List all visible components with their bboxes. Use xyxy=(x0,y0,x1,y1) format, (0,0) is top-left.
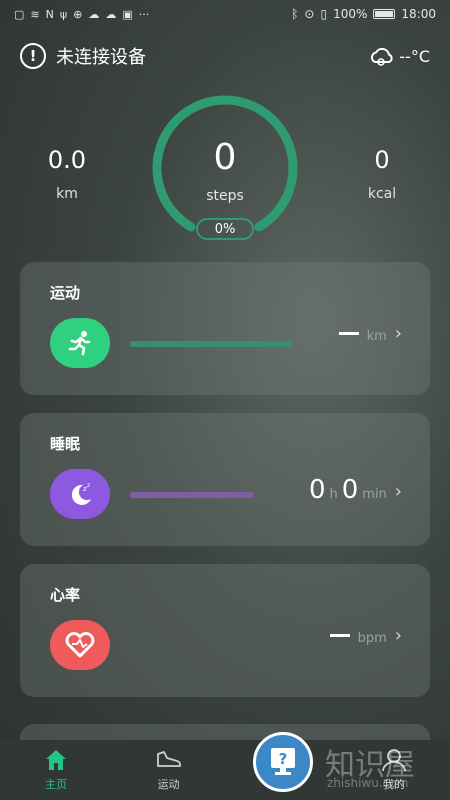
steps-percent-badge: 0% xyxy=(196,218,254,240)
empty-value-dash xyxy=(338,332,359,335)
nfc-icon: N xyxy=(45,7,54,21)
vibrate-icon: ▯ xyxy=(320,7,328,21)
cloud-icon: ☁ xyxy=(88,7,100,21)
shoe-icon xyxy=(156,751,181,767)
steps-unit: steps xyxy=(206,188,244,204)
more-icon: ··· xyxy=(138,7,150,21)
battery-icon xyxy=(373,9,396,19)
bluetooth-icon: ᛒ xyxy=(291,7,299,21)
exercise-unit: km xyxy=(366,329,387,344)
home-icon xyxy=(46,750,66,770)
heart-rate-value: bpm › xyxy=(329,625,402,647)
sleep-card[interactable]: 睡眠 z z 0 h 0 min › xyxy=(20,413,430,546)
running-icon xyxy=(50,318,110,368)
help-monitor-icon: ? xyxy=(271,748,295,775)
exercise-progress-bar xyxy=(130,341,294,347)
chevron-right-icon: › xyxy=(394,323,402,344)
device-status-label: 未连接设备 xyxy=(56,47,146,68)
sleep-progress-bar xyxy=(130,492,254,498)
nav-sport[interactable]: 运动 xyxy=(129,740,209,800)
calories-stat: 0 kcal xyxy=(362,146,402,202)
chevron-right-icon: › xyxy=(394,481,402,502)
heart-rate-card[interactable]: 心率 bpm › xyxy=(20,564,430,697)
heart-icon xyxy=(50,620,110,670)
warning-icon: ! xyxy=(20,43,46,69)
status-bar: ▢ ≋ N ψ ⊕ ☁ ☁ ▣ ··· ᛒ ⊙ ▯ 100% 18:00 xyxy=(0,0,450,28)
alarm-icon: ⊙ xyxy=(304,7,315,21)
nav-sport-label: 运动 xyxy=(157,778,180,791)
empty-value-dash xyxy=(329,634,350,637)
nav-home[interactable]: 主页 xyxy=(16,740,96,800)
calories-unit: kcal xyxy=(367,186,397,202)
exercise-value: km › xyxy=(338,323,402,345)
sleep-minutes-unit: min xyxy=(362,487,387,502)
weather-widget[interactable]: --°C xyxy=(369,45,430,67)
steps-center: 0 steps xyxy=(136,137,314,205)
nav-home-label: 主页 xyxy=(45,778,67,791)
moon-icon: z z xyxy=(50,469,110,519)
chevron-right-icon: › xyxy=(394,625,402,646)
sim-icon: ▢ xyxy=(14,7,25,21)
sleep-hours: 0 xyxy=(308,475,326,505)
svg-text:z: z xyxy=(87,482,90,489)
calories-value: 0 xyxy=(374,146,390,174)
sleep-minutes: 0 xyxy=(341,475,359,505)
sleep-value: 0 h 0 min › xyxy=(309,475,402,505)
svg-text:?: ? xyxy=(279,750,288,768)
status-left-icons: ▢ ≋ N ψ ⊕ ☁ ☁ ▣ ··· xyxy=(14,8,149,21)
distance-unit: km xyxy=(56,186,78,202)
steps-ring[interactable]: 0 steps 0% xyxy=(136,90,314,240)
device-status[interactable]: ! 未连接设备 xyxy=(20,43,146,69)
battery-percent: 100% xyxy=(333,7,368,21)
watermark: 知识屋 zhishiwu.com xyxy=(325,740,450,795)
clock: 18:00 xyxy=(401,7,436,21)
cloud-weather-icon xyxy=(371,47,393,66)
help-button[interactable]: ? xyxy=(253,732,313,792)
usb-icon: ψ xyxy=(59,7,68,21)
daily-summary: 0.0 km 0 steps 0% 0 kcal xyxy=(0,90,450,250)
cloud-icon: ☁ xyxy=(105,7,117,21)
steps-value: 0 xyxy=(213,137,237,178)
location-icon: ⊕ xyxy=(73,7,83,21)
heart-rate-unit: bpm xyxy=(357,631,387,646)
distance-value: 0.0 xyxy=(47,146,87,174)
exercise-title: 运动 xyxy=(50,284,81,302)
watermark-en: zhishiwu.com xyxy=(327,776,409,790)
sleep-title: 睡眠 xyxy=(50,435,81,453)
exercise-card[interactable]: 运动 km › xyxy=(20,262,430,395)
temperature: --°C xyxy=(399,46,430,66)
sleep-hours-unit: h xyxy=(329,487,338,502)
heart-rate-title: 心率 xyxy=(50,586,81,604)
notification-icon: ▣ xyxy=(122,7,133,21)
header: ! 未连接设备 --°C xyxy=(20,40,430,72)
status-right-icons: ᛒ ⊙ ▯ 100% 18:00 xyxy=(291,7,436,21)
wifi-icon: ≋ xyxy=(30,7,40,21)
distance-stat: 0.0 km xyxy=(40,146,94,202)
